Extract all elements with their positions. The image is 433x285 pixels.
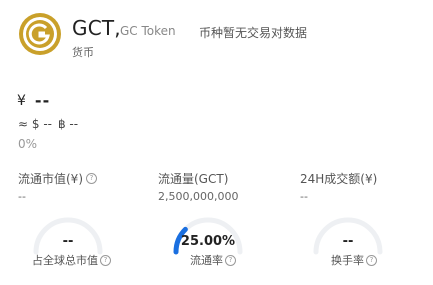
gauge-label-text: 占全球总市值 (32, 254, 98, 267)
price-row: ¥ -- (17, 91, 50, 110)
currency-symbol: ¥ (17, 92, 26, 109)
stat-label-text: 24H成交额(¥) (300, 172, 378, 186)
help-icon[interactable]: ? (225, 254, 236, 266)
usd-price: ≈ $ -- (18, 117, 52, 131)
price-value: -- (34, 91, 51, 110)
gauge-global-share-value: -- (62, 234, 74, 249)
gauge-label-text: 流通率 (190, 254, 223, 267)
stat-market-cap-value: -- (18, 190, 26, 203)
stat-circulation-label: 流通量(GCT) (158, 170, 228, 187)
coin-type-label: 货币 (72, 46, 94, 59)
price-change: 0% (18, 137, 38, 151)
price-conversions: ≈ $ -- ฿ -- (18, 117, 78, 131)
stat-circulation-value: 2,500,000,000 (158, 190, 239, 203)
coin-symbol: GCT, (72, 16, 121, 40)
gauge-label-text: 换手率 (331, 254, 364, 267)
stat-market-cap-label: 流通市值(¥) ? (18, 170, 97, 187)
gauge-global-share-label: 占全球总市值 ? (32, 252, 111, 268)
stat-label-text: 流通市值(¥) (18, 172, 83, 186)
gauge-turnover-rate-label: 换手率 ? (331, 252, 377, 268)
gauge-turnover-rate-value: -- (342, 234, 354, 249)
stat-24h-volume-value: -- (300, 190, 308, 203)
no-trade-notice: 币种暂无交易对数据 (199, 26, 308, 40)
help-icon[interactable]: ? (86, 173, 97, 184)
stat-label-text: 流通量(GCT) (158, 172, 229, 186)
help-icon[interactable]: ? (100, 254, 111, 266)
help-icon[interactable]: ? (366, 254, 377, 266)
gauge-circulation-rate-label: 流通率 ? (190, 252, 236, 268)
gct-coin-logo (18, 12, 62, 56)
gauge-circulation-rate-value: 25.00% (180, 234, 236, 249)
stat-24h-volume-label: 24H成交额(¥) (300, 170, 377, 187)
btc-price: ฿ -- (57, 117, 79, 131)
coin-full-name: GC Token (120, 24, 176, 38)
